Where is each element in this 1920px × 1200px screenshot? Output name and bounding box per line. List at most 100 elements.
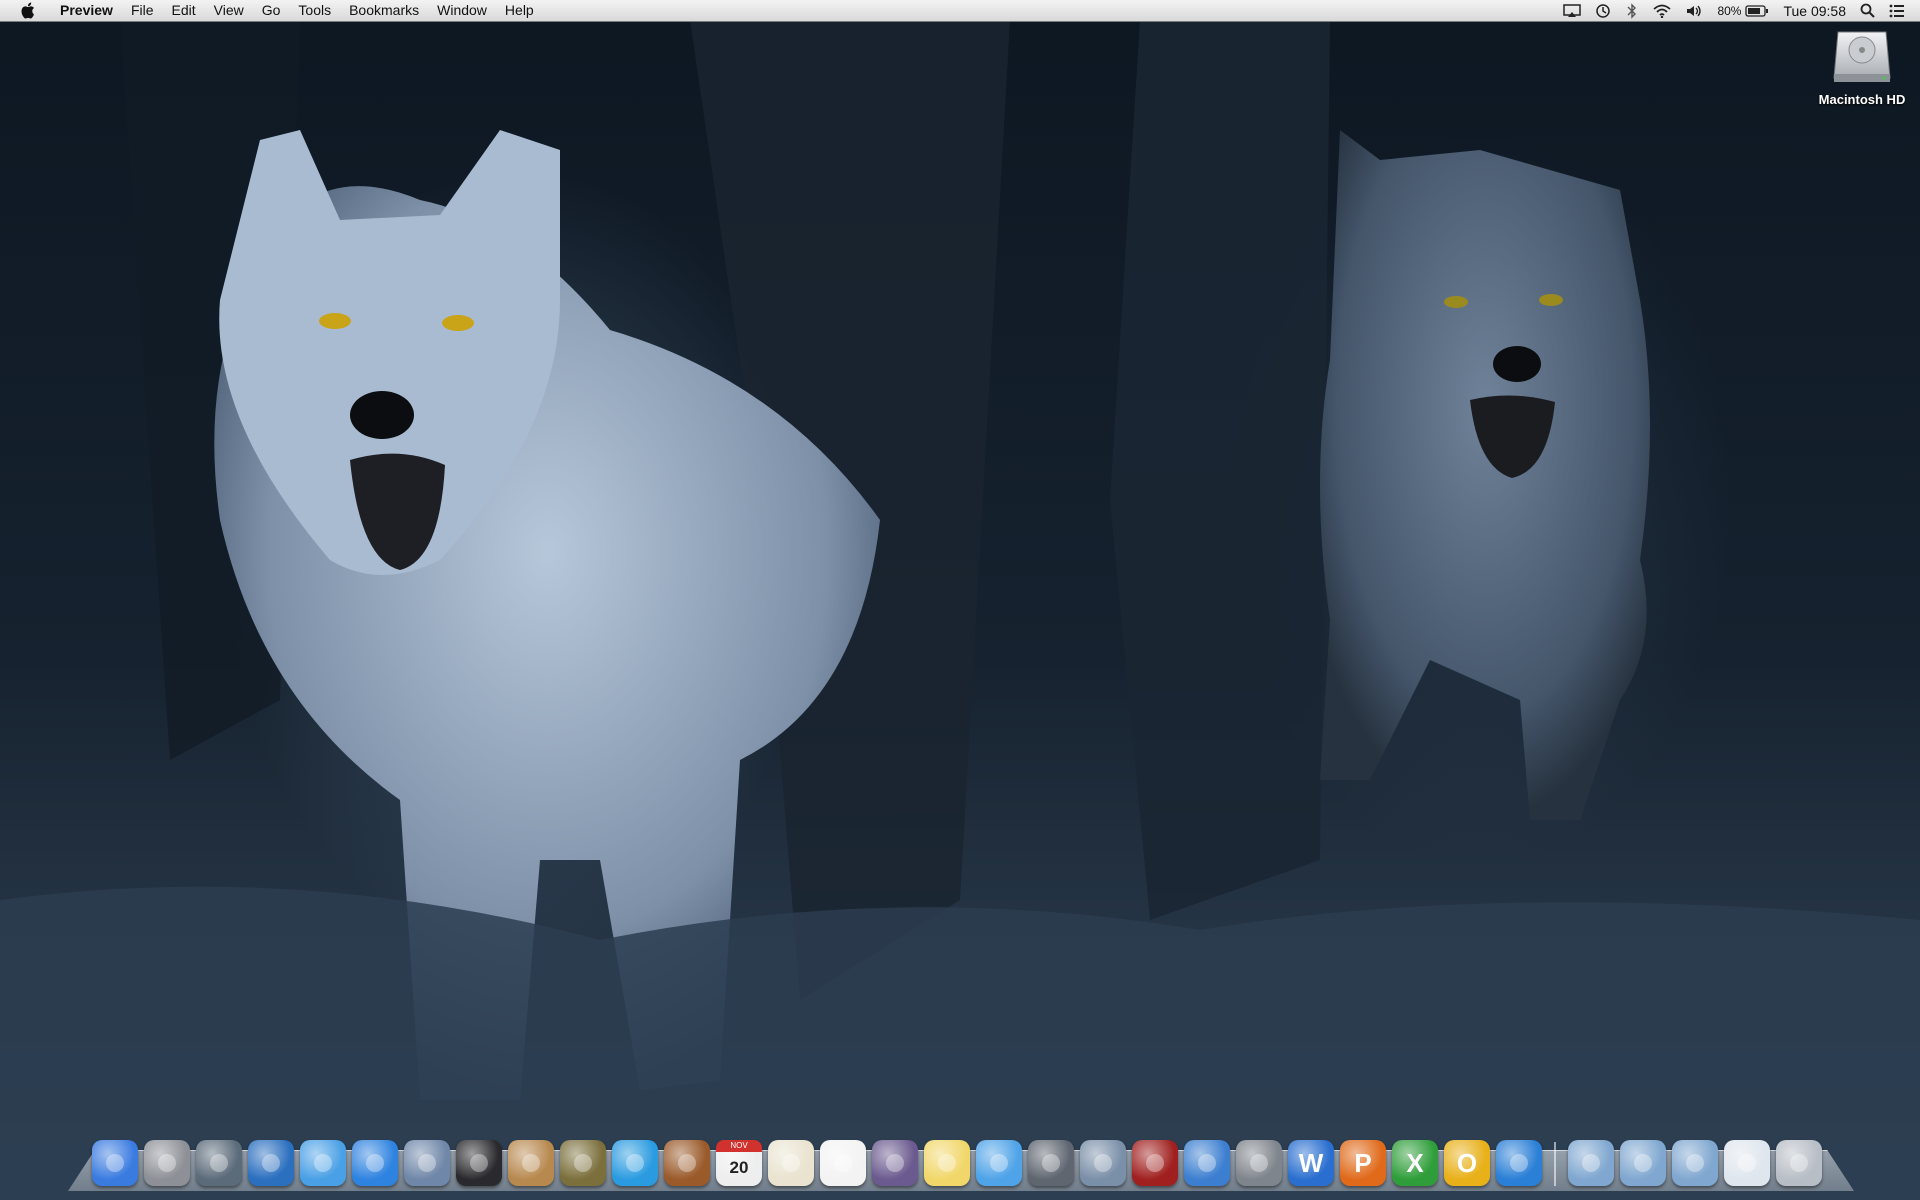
- apple-logo-icon: [21, 2, 34, 19]
- dock-separator: [1554, 1142, 1556, 1186]
- downloads-stack-dock-item[interactable]: [1672, 1140, 1718, 1186]
- finder-icon: [106, 1154, 124, 1172]
- menu-window[interactable]: Window: [428, 0, 496, 21]
- excel-dock-item[interactable]: X: [1392, 1140, 1438, 1186]
- downloader-dock-item[interactable]: [1496, 1140, 1542, 1186]
- speaker-icon: [1687, 5, 1702, 16]
- document-icon: [1738, 1154, 1756, 1172]
- airplay-status[interactable]: [1556, 0, 1588, 21]
- menu-tools[interactable]: Tools: [289, 0, 340, 21]
- system-preferences-dock-item[interactable]: [1236, 1140, 1282, 1186]
- finder-dock-item[interactable]: [92, 1140, 138, 1186]
- battery-status[interactable]: 80%: [1710, 0, 1776, 21]
- video-camera-icon: [1042, 1154, 1060, 1172]
- trash-dock-item[interactable]: [1776, 1140, 1822, 1186]
- calendar-icon: 20: [729, 1158, 749, 1177]
- outlook-dock-item[interactable]: O: [1444, 1140, 1490, 1186]
- time-machine-icon: [1596, 3, 1611, 18]
- thunderbird-dock-item[interactable]: [248, 1140, 294, 1186]
- spotlight-button[interactable]: [1853, 0, 1882, 21]
- music-note-icon: [1198, 1154, 1216, 1172]
- documents-stack-dock-item[interactable]: [1620, 1140, 1666, 1186]
- trash-icon: [1790, 1154, 1808, 1172]
- imovie-dock-item[interactable]: [560, 1140, 606, 1186]
- itunes-dock-item[interactable]: [1184, 1140, 1230, 1186]
- dock: 20 NOV W P X O: [92, 1136, 1822, 1186]
- dashboard-icon: [210, 1154, 228, 1172]
- clock[interactable]: Tue 09:58: [1776, 0, 1853, 21]
- stickies-dock-item[interactable]: [924, 1140, 970, 1186]
- address-book-icon: [522, 1154, 540, 1172]
- compass-icon: [314, 1154, 332, 1172]
- checklist-icon: [834, 1154, 852, 1172]
- airplay-icon: [1563, 3, 1582, 17]
- menu-help[interactable]: Help: [496, 0, 543, 21]
- macintosh-hd-desktop-icon[interactable]: Macintosh HD: [1806, 28, 1918, 107]
- menu-bookmarks[interactable]: Bookmarks: [340, 0, 428, 21]
- aperture-dock-item[interactable]: [456, 1140, 502, 1186]
- hard-drive-icon: [1832, 28, 1892, 86]
- star-icon: [574, 1154, 592, 1172]
- excel-icon: X: [1406, 1147, 1424, 1178]
- pen-icon: [886, 1154, 904, 1172]
- preview-icon: [418, 1154, 436, 1172]
- solitaire-dock-item[interactable]: [768, 1140, 814, 1186]
- desktop-wallpaper: [0, 0, 1920, 1200]
- bluetooth-status[interactable]: [1618, 0, 1646, 21]
- bluetooth-icon: [1627, 2, 1637, 19]
- script-editor-dock-item[interactable]: [872, 1140, 918, 1186]
- photo-booth-icon: [1146, 1154, 1164, 1172]
- spade-card-icon: [782, 1154, 800, 1172]
- app-store-icon: [366, 1154, 384, 1172]
- sticky-note-icon: [938, 1154, 956, 1172]
- app-store-dock-item[interactable]: [352, 1140, 398, 1186]
- menu-bar: Preview File Edit View Go Tools Bookmark…: [0, 0, 1920, 22]
- wolves-wallpaper-image: [0, 20, 1920, 1200]
- safari-dock-item[interactable]: [300, 1140, 346, 1186]
- reminders-dock-item[interactable]: [820, 1140, 866, 1186]
- rocket-icon: [158, 1154, 176, 1172]
- menu-view[interactable]: View: [205, 0, 253, 21]
- volume-status[interactable]: [1678, 0, 1710, 21]
- battery-icon: [1745, 4, 1769, 17]
- menu-go[interactable]: Go: [253, 0, 290, 21]
- address-book-dock-item[interactable]: [508, 1140, 554, 1186]
- photo-booth-dock-item[interactable]: [1132, 1140, 1178, 1186]
- twitter-dock-item[interactable]: [612, 1140, 658, 1186]
- folder-icon: [1634, 1154, 1652, 1172]
- powerpoint-icon: P: [1354, 1147, 1372, 1178]
- applications-stack-dock-item[interactable]: [1568, 1140, 1614, 1186]
- battery-percent: 80%: [1717, 3, 1742, 18]
- camera-lens-icon: [470, 1154, 488, 1172]
- folder-icon: [1582, 1154, 1600, 1172]
- menu-file[interactable]: File: [122, 0, 163, 21]
- globe-download-icon: [1510, 1154, 1528, 1172]
- photos-icon: [1094, 1154, 1112, 1172]
- powerpoint-dock-item[interactable]: P: [1340, 1140, 1386, 1186]
- facetime-dock-item[interactable]: [1028, 1140, 1074, 1186]
- preview-dock-item[interactable]: [404, 1140, 450, 1186]
- launchpad-dock-item[interactable]: [144, 1140, 190, 1186]
- messages-dock-item[interactable]: [976, 1140, 1022, 1186]
- word-dock-item[interactable]: W: [1288, 1140, 1334, 1186]
- dashboard-dock-item[interactable]: [196, 1140, 242, 1186]
- wifi-icon: [1653, 4, 1672, 18]
- gear-icon: [1250, 1154, 1268, 1172]
- list-icon: [1889, 4, 1904, 17]
- apple-menu[interactable]: [16, 2, 38, 19]
- garageband-dock-item[interactable]: [664, 1140, 710, 1186]
- iphoto-dock-item[interactable]: [1080, 1140, 1126, 1186]
- screenshot-stack-dock-item[interactable]: [1724, 1140, 1770, 1186]
- menu-edit[interactable]: Edit: [163, 0, 205, 21]
- calendar-dock-item[interactable]: 20 NOV: [716, 1140, 762, 1186]
- search-icon: [1860, 3, 1875, 18]
- outlook-icon: O: [1456, 1147, 1478, 1178]
- time-machine-status[interactable]: [1588, 0, 1618, 21]
- wifi-status[interactable]: [1646, 0, 1678, 21]
- word-icon: W: [1298, 1147, 1324, 1178]
- twitter-bird-icon: [626, 1154, 644, 1172]
- chat-bubble-icon: [990, 1154, 1008, 1172]
- menu-app-name[interactable]: Preview: [54, 0, 122, 21]
- desktop-icon-label: Macintosh HD: [1818, 92, 1906, 107]
- notification-center-button[interactable]: [1882, 0, 1912, 21]
